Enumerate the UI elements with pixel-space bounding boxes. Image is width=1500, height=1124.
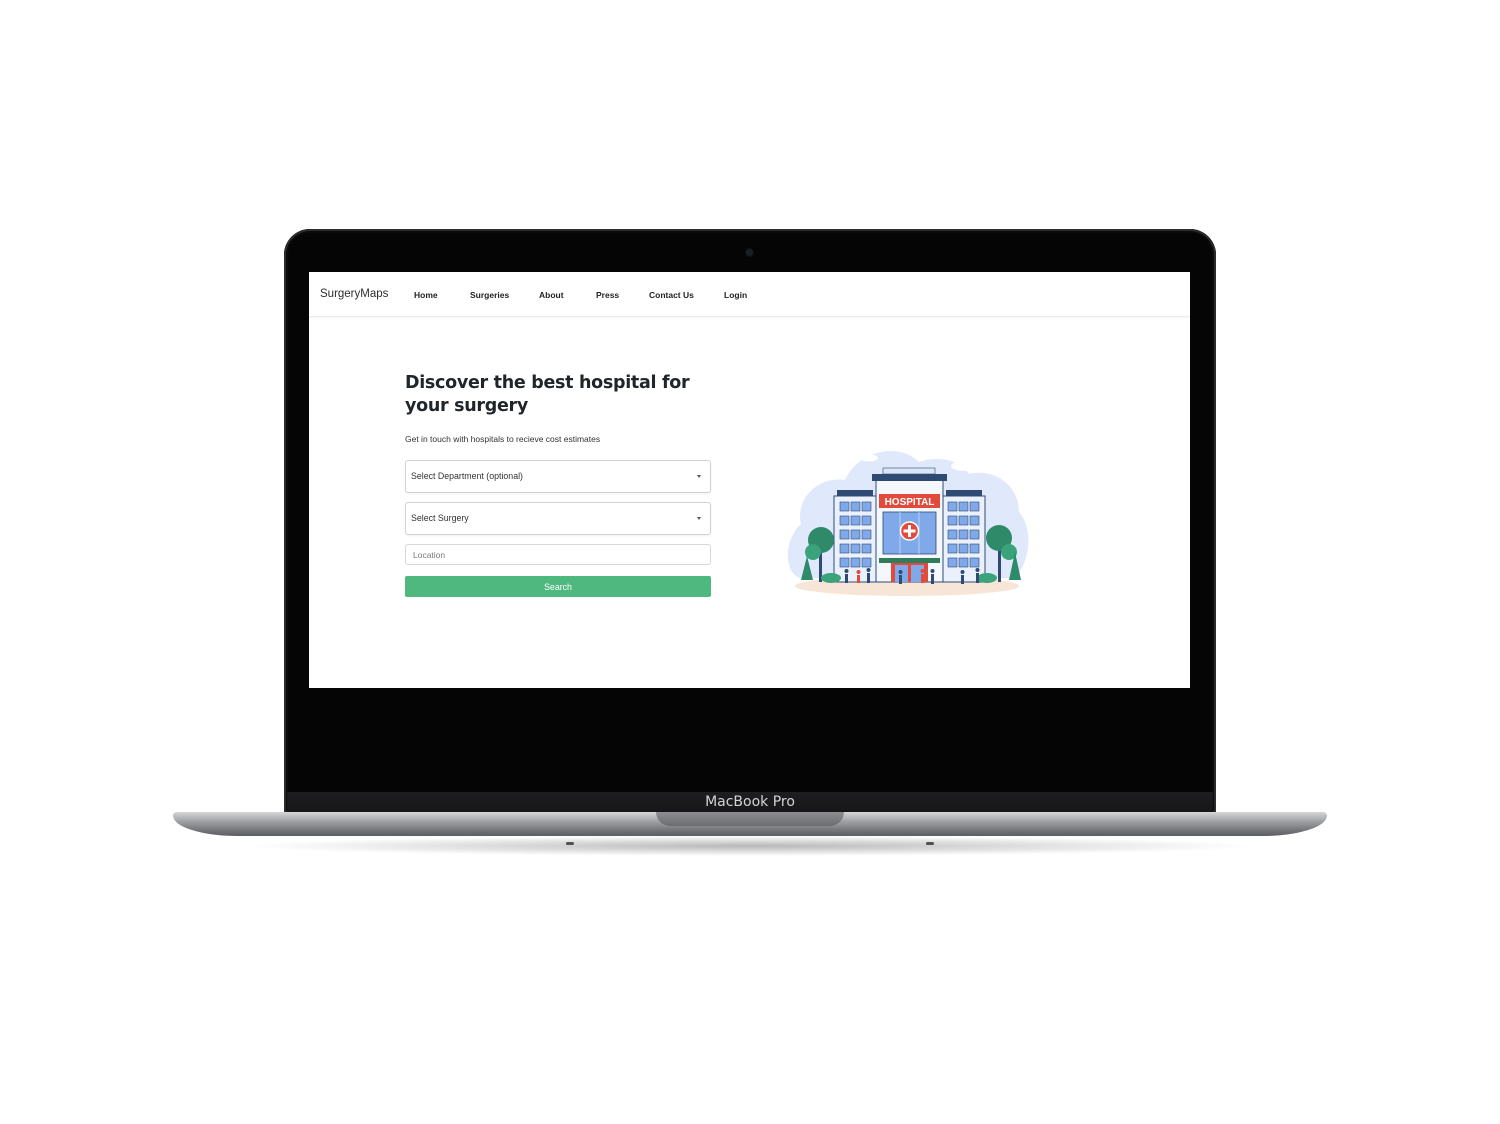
location-input[interactable] — [405, 544, 711, 565]
device-brand-label: MacBook Pro — [705, 794, 795, 810]
navbar: SurgeryMaps Home Surgeries About Press C… — [309, 272, 1190, 317]
nav-surgeries[interactable]: Surgeries — [470, 290, 509, 300]
hospital-illustration: HOSPITAL — [787, 444, 1029, 596]
laptop-notch — [656, 812, 844, 826]
nav-home[interactable]: Home — [414, 290, 438, 300]
webcam-icon — [746, 249, 753, 256]
chevron-down-icon — [697, 475, 701, 478]
surgery-select-label: Select Surgery — [411, 513, 469, 523]
search-button[interactable]: Search — [405, 576, 711, 597]
browser-viewport: SurgeryMaps Home Surgeries About Press C… — [309, 272, 1190, 688]
hospital-sign-text: HOSPITAL — [885, 497, 935, 508]
surgery-select[interactable]: Select Surgery — [405, 502, 711, 535]
nav-about[interactable]: About — [539, 290, 564, 300]
hero-headline: Discover the best hospital for your surg… — [405, 373, 690, 416]
site-logo[interactable]: SurgeryMaps — [320, 288, 388, 300]
laptop-shadow — [240, 836, 1260, 856]
chevron-down-icon — [697, 517, 701, 520]
laptop-foot — [566, 842, 574, 845]
hero-subheadline: Get in touch with hospitals to recieve c… — [405, 434, 601, 444]
nav-login[interactable]: Login — [724, 290, 747, 300]
department-select[interactable]: Select Department (optional) — [405, 460, 711, 493]
laptop-foot — [926, 842, 934, 845]
department-select-label: Select Department (optional) — [411, 471, 523, 481]
nav-contact-us[interactable]: Contact Us — [649, 290, 694, 300]
nav-press[interactable]: Press — [596, 290, 619, 300]
